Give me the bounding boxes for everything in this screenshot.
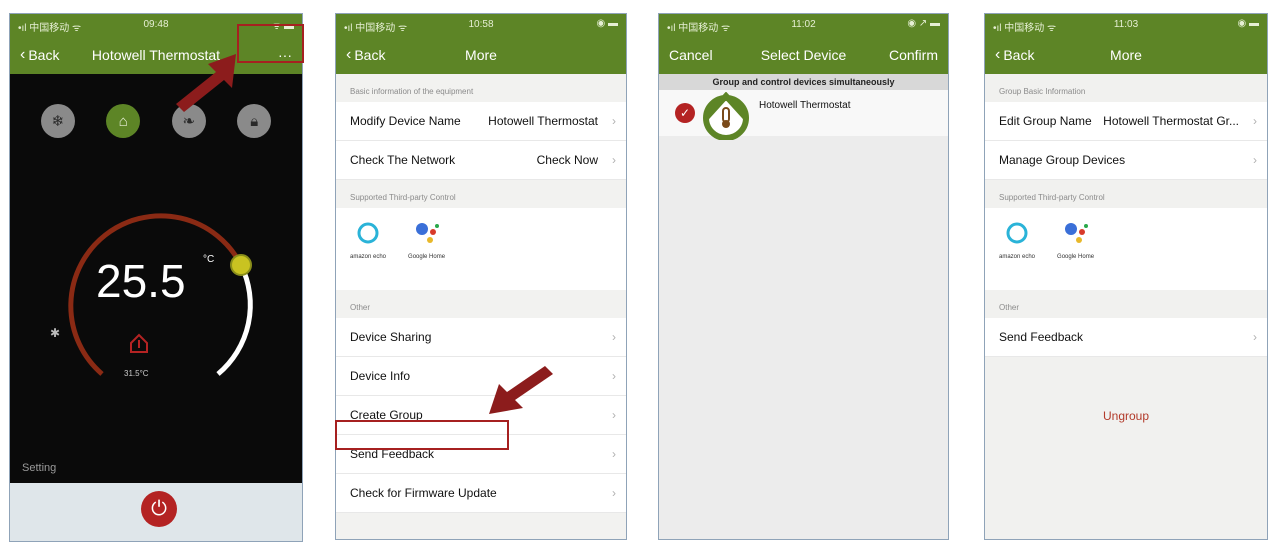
row-label: Check for Firmware Update [350,486,497,500]
page-title: More [1110,47,1142,63]
google-home-item[interactable]: Google Home [1057,218,1094,260]
row-label: Modify Device Name [350,114,461,128]
device-info-row[interactable]: Device Info › [336,357,626,396]
row-label: Device Info [350,369,411,383]
battery-icon: ◉ ▬ [1237,18,1259,29]
amazon-echo-label: amazon echo [350,254,387,260]
highlight-box-create-group [335,420,509,450]
thermostat-device-icon [703,92,749,140]
google-home-item[interactable]: Google Home [408,218,445,260]
nav-bar: ‹ Back More [336,36,626,74]
chevron-right-icon: › [612,447,616,461]
section-other: Other [999,303,1020,312]
dial-arc-remaining [216,263,253,376]
alexa-icon [1002,218,1032,248]
google-home-label: Google Home [408,254,446,260]
section-basic: Basic information of the equipment [350,87,474,96]
third-party-list: amazon echo Google Home [336,208,626,290]
nav-bar: Cancel Select Device Confirm [659,36,948,74]
group-more-screen: •ıl 中国移动 ᯤ 11:03 ◉ ▬ ‹ Back More Group B… [984,13,1268,540]
battery-icon: ◉ ▬ [596,18,618,29]
page-title: More [465,47,497,63]
google-home-label: Google Home [1057,254,1095,260]
row-value: Hotowell Thermostat Gr... [1103,114,1239,128]
highlight-box-menu [237,24,304,63]
chevron-right-icon: › [1253,330,1257,344]
heating-icon [130,333,148,353]
third-party-list: amazon echo Google Home [985,208,1267,290]
amazon-echo-item[interactable]: amazon echo [350,218,386,260]
row-label: Device Sharing [350,330,432,344]
status-bar: •ıl 中国移动 ᯤ 11:03 ◉ ▬ [985,14,1267,36]
more-screen: •ıl 中国移动 ᯤ 10:58 ◉ ▬ ‹ Back More Basic i… [335,13,627,540]
snowflake-small-icon: ✱ [50,326,61,340]
alexa-icon [353,218,383,248]
row-value: Check Now [536,153,598,167]
amazon-echo-label: amazon echo [999,254,1036,260]
checkmark-icon[interactable]: ✓ [675,103,695,123]
pointer-arrow-icon [489,366,553,414]
setpoint-temperature: 31.5°C [124,369,149,378]
current-temperature: 25.5 [96,255,186,307]
bottom-bar: ⏻ [10,483,302,541]
clock: 10:58 [468,19,494,30]
mode-icon-row: ❄ ⌂ ❧ 🔒︎ [10,104,302,138]
section-basic: Group Basic Information [999,87,1086,96]
select-device-screen: •ıl 中国移动 ᯤ 11:02 ◉ ↗ ▬ Cancel Select Dev… [658,13,949,540]
status-bar: •ıl 中国移动 ᯤ 11:02 ◉ ↗ ▬ [659,14,948,36]
thermostat-screen: •ıl 中国移动 ᯤ 09:48 ᯤ ▬ ‹ Back Hotowell The… [9,13,303,542]
edit-group-name-row[interactable]: Edit Group Name Hotowell Thermostat Gr..… [985,102,1267,141]
row-label: Send Feedback [999,330,1084,344]
amazon-echo-item[interactable]: amazon echo [999,218,1035,260]
chevron-right-icon: › [612,486,616,500]
clock: 11:03 [1113,19,1139,30]
modify-device-name-row[interactable]: Modify Device Name Hotowell Thermostat › [336,102,626,141]
info-banner: Group and control devices simultaneously [659,74,948,90]
device-name: Hotowell Thermostat [759,100,851,111]
chevron-right-icon: › [612,369,616,383]
chevron-right-icon: › [612,408,616,422]
power-button[interactable]: ⏻ [141,491,177,527]
program-icon[interactable]: ⌂ [106,104,141,138]
row-label: Check The Network [350,153,456,167]
chevron-right-icon: › [612,114,616,128]
google-assistant-icon [1061,218,1091,248]
snowflake-icon[interactable]: ❄ [40,104,75,138]
check-network-row[interactable]: Check The Network Check Now › [336,141,626,180]
nav-bar: ‹ Back More [985,36,1267,74]
ungroup-button[interactable]: Ungroup [985,409,1267,423]
row-label: Edit Group Name [999,114,1092,128]
confirm-button[interactable]: Confirm [889,47,938,63]
dial-handle[interactable] [230,254,252,276]
setting-label[interactable]: Setting [22,462,56,474]
battery-icon: ◉ ↗ ▬ [907,18,940,29]
chevron-right-icon: › [612,330,616,344]
chevron-right-icon: › [1253,114,1257,128]
device-sharing-row[interactable]: Device Sharing › [336,318,626,357]
firmware-update-row[interactable]: Check for Firmware Update › [336,474,626,513]
section-third-party: Supported Third-party Control [999,193,1105,202]
row-value: Hotowell Thermostat [488,114,598,128]
chevron-right-icon: › [1253,153,1257,167]
google-assistant-icon [412,218,442,248]
chevron-right-icon: › [612,153,616,167]
pointer-arrow-icon [176,54,236,112]
device-list-item[interactable]: ✓ Hotowell Thermostat [659,90,948,140]
section-third-party: Supported Third-party Control [350,193,456,202]
status-bar: •ıl 中国移动 ᯤ 10:58 ◉ ▬ [336,14,626,36]
section-other: Other [350,303,371,312]
lock-icon[interactable]: 🔒︎ [237,104,272,138]
manage-group-devices-row[interactable]: Manage Group Devices › [985,141,1267,180]
temperature-unit: °C [203,254,215,265]
clock: 11:02 [791,19,816,30]
send-feedback-row[interactable]: Send Feedback › [985,318,1267,357]
row-label: Manage Group Devices [999,153,1126,167]
